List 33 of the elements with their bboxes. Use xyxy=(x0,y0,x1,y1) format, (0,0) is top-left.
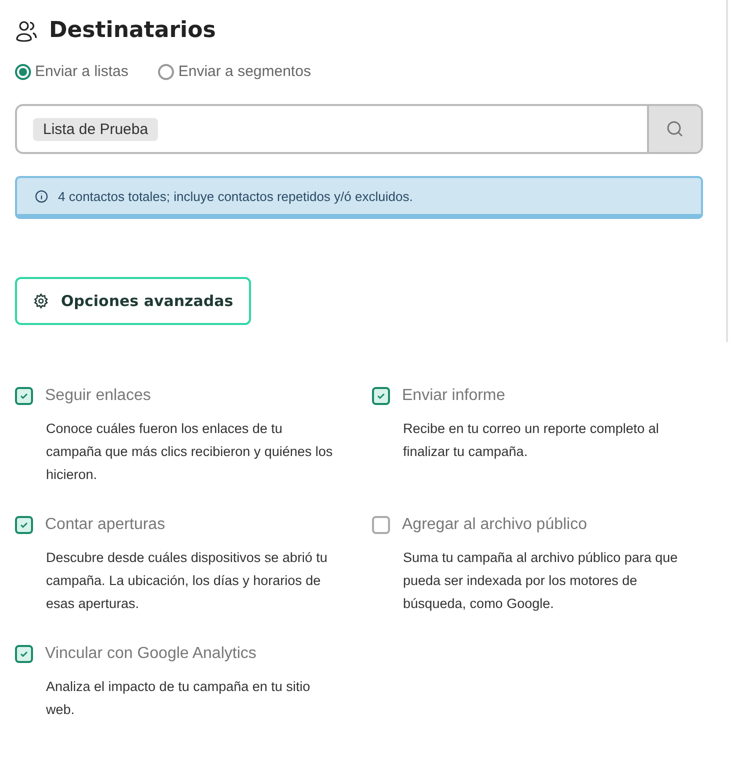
alert-text: 4 contactos totales; incluye contactos repetidos y/ó excluidos. xyxy=(58,189,413,204)
search-button[interactable] xyxy=(647,106,701,152)
option-checkbox[interactable]: Vincular con Google Analytics xyxy=(15,645,335,663)
check-icon xyxy=(19,520,29,530)
checkbox[interactable] xyxy=(15,387,33,405)
checkbox[interactable] xyxy=(372,387,390,405)
option-description: Descubre desde cuáles dispositivos se abrió tu campaña. La ubicación, los días y horarios de esas aperturas. xyxy=(46,549,328,613)
option-checkbox[interactable]: Seguir enlaces xyxy=(15,387,335,405)
check-icon xyxy=(19,391,29,401)
search-icon xyxy=(666,120,684,138)
option-checkbox[interactable]: Agregar al archivo público xyxy=(372,516,692,534)
checkbox[interactable] xyxy=(15,516,33,534)
people-icon xyxy=(15,18,39,42)
checkbox[interactable] xyxy=(372,516,390,534)
option-description: Recibe en tu correo un reporte completo al finalizar tu campaña. xyxy=(403,420,660,461)
radio-button[interactable] xyxy=(158,64,174,80)
option-description: Conoce cuáles fueron los enlaces de tu campaña que más clics recibieron y quiénes los hicieron. xyxy=(46,420,334,484)
option-checkbox[interactable]: Contar aperturas xyxy=(15,516,335,534)
radio-button[interactable] xyxy=(15,64,31,80)
option-description: Analiza el impacto de tu campaña en tu sitio web. xyxy=(46,678,312,719)
option-checkbox[interactable]: Enviar informe xyxy=(372,387,692,405)
check-icon xyxy=(376,391,386,401)
info-icon xyxy=(35,190,48,203)
list-tag: Lista de Prueba xyxy=(33,118,158,140)
checkbox[interactable] xyxy=(15,645,33,663)
radio-option[interactable]: Enviar a listas xyxy=(15,63,128,80)
check-icon xyxy=(19,649,29,659)
gear-icon xyxy=(33,293,49,309)
radio-option[interactable]: Enviar a segmentos xyxy=(158,63,311,80)
advanced-options-button[interactable]: Opciones avanzadas xyxy=(15,277,252,325)
section-title: Destinatarios xyxy=(49,18,216,43)
option-description: Suma tu campaña al archivo público para que pueda ser indexada por los motores de búsqueda, como Google. xyxy=(403,549,679,613)
list-field[interactable]: Lista de Prueba xyxy=(15,104,703,154)
